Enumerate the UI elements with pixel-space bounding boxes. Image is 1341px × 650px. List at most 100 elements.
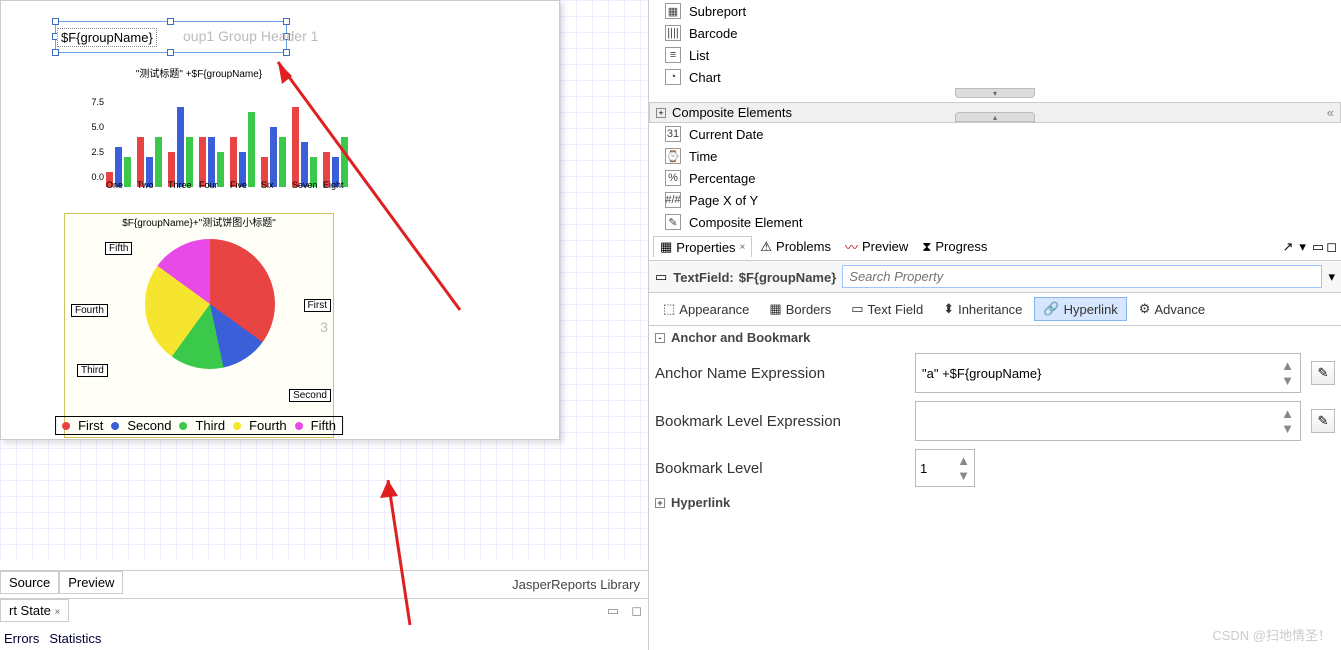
- palette-item-subreport[interactable]: ▦Subreport: [649, 0, 1341, 22]
- property-title: TextField: $F{groupName}: [673, 266, 836, 287]
- palette-item-percentage[interactable]: %Percentage: [649, 167, 1341, 189]
- pie-chart-title: $F{groupName}+"测试饼图小标题": [65, 214, 333, 229]
- subtab-appearance[interactable]: ⬚Appearance: [655, 298, 757, 320]
- bar-xlabel: Eight: [323, 180, 344, 190]
- input-bookmark-expr[interactable]: ▲▼: [915, 401, 1301, 441]
- pie-label-second: Second: [289, 389, 331, 402]
- bar-ylabel: 7.5: [74, 97, 104, 107]
- list-icon: ≡: [665, 47, 681, 63]
- expand-hyperlink-icon[interactable]: +: [655, 498, 665, 508]
- pie-chart[interactable]: $F{groupName}+"测试饼图小标题" First Second Thi…: [64, 213, 334, 438]
- current-date-icon: 31: [665, 126, 681, 142]
- label-bookmark-expr: Bookmark Level Expression: [655, 413, 905, 430]
- bar: [248, 112, 255, 187]
- tab-preview[interactable]: Preview: [59, 571, 123, 594]
- tab-properties[interactable]: ▦Properties ×: [653, 236, 752, 257]
- property-subtabs: ⬚Appearance▦Borders▭Text Field⬍Inheritan…: [649, 293, 1341, 326]
- pie-label-first: First: [304, 299, 331, 312]
- lib-label: JasperReports Library: [512, 577, 640, 592]
- search-property-input[interactable]: [842, 265, 1322, 288]
- percentage-icon: %: [665, 170, 681, 186]
- tab-progress[interactable]: ⧗Progress: [916, 237, 993, 257]
- label-bookmark-level: Bookmark Level: [655, 460, 905, 477]
- bar: [292, 107, 299, 187]
- bar-ylabel: 5.0: [74, 122, 104, 132]
- bar-xlabel: Seven: [292, 180, 318, 190]
- pie-hint-3: 3: [320, 319, 328, 335]
- barcode-icon: ||||: [665, 25, 681, 41]
- palette-item-barcode[interactable]: ||||Barcode: [649, 22, 1341, 44]
- composite-element-icon: ✎: [665, 214, 681, 230]
- bar: [270, 127, 277, 187]
- subreport-icon: ▦: [665, 3, 681, 19]
- subtab-advance[interactable]: ⚙Advance: [1131, 298, 1213, 320]
- appearance-icon: ⬚: [663, 301, 675, 317]
- close-icon[interactable]: ×: [55, 607, 61, 618]
- designer-canvas[interactable]: $F{groupName} oup1 Group Header 1 Detail…: [0, 0, 648, 560]
- bar-xlabel: Two: [137, 180, 154, 190]
- maximize-view-icon[interactable]: ◻: [1326, 239, 1337, 255]
- dropdown-icon[interactable]: ▾: [1328, 269, 1335, 285]
- bar: [155, 137, 162, 187]
- input-bookmark-level[interactable]: 1▲▼: [915, 449, 975, 487]
- bar-ylabel: 2.5: [74, 147, 104, 157]
- bar: [124, 157, 131, 187]
- textfield-groupname[interactable]: $F{groupName}: [57, 28, 157, 47]
- collapse-handle-up-icon[interactable]: ▴: [955, 112, 1035, 122]
- section-anchor: Anchor and Bookmark: [671, 330, 810, 345]
- palette: ▦Subreport||||Barcode≡List◔Chart ▾ + Com…: [649, 0, 1341, 233]
- inheritance-icon: ⬍: [943, 301, 954, 317]
- subtab-inheritance[interactable]: ⬍Inheritance: [935, 298, 1030, 320]
- menu-icon[interactable]: ▾: [1295, 239, 1310, 255]
- link-errors[interactable]: Errors: [4, 631, 39, 646]
- minimize-view-icon[interactable]: ▭: [1312, 239, 1324, 255]
- bar: [279, 137, 286, 187]
- bar-ylabel: 0.0: [74, 172, 104, 182]
- tab-source[interactable]: Source: [0, 571, 59, 594]
- report-page: $F{groupName} oup1 Group Header 1 Detail…: [0, 0, 560, 440]
- bar: [217, 152, 224, 187]
- palette-item-chart[interactable]: ◔Chart: [649, 66, 1341, 88]
- tab-rt-state[interactable]: rt State ×: [0, 599, 69, 622]
- label-anchor-name: Anchor Name Expression: [655, 365, 905, 382]
- bar-xlabel: One: [106, 180, 123, 190]
- link-statistics[interactable]: Statistics: [49, 631, 101, 646]
- band-label-header: oup1 Group Header 1: [183, 28, 318, 44]
- pie-label-fourth: Fourth: [71, 304, 108, 317]
- bar-xlabel: Six: [261, 180, 274, 190]
- pie-label-fifth: Fifth: [105, 242, 132, 255]
- views-tabbar: ▦Properties × ⚠Problems 〰Preview ⧗Progre…: [649, 233, 1341, 261]
- text field-icon: ▭: [851, 301, 863, 317]
- textfield-icon: ▭: [655, 269, 667, 285]
- close-icon[interactable]: ×: [740, 242, 746, 253]
- pie-legend: FirstSecondThirdFourthFifth: [55, 416, 343, 435]
- palette-item-list[interactable]: ≡List: [649, 44, 1341, 66]
- advance-icon: ⚙: [1139, 301, 1151, 317]
- tab-problems[interactable]: ⚠Problems: [754, 237, 837, 257]
- expand-icon[interactable]: +: [656, 108, 666, 118]
- bar-xlabel: Four: [199, 180, 218, 190]
- expression-editor-button-2[interactable]: ✎: [1311, 409, 1335, 433]
- chevron-icon[interactable]: «: [1327, 105, 1334, 120]
- bar: [177, 107, 184, 187]
- time-icon: ⌚: [665, 148, 681, 164]
- palette-item-page-x-of-y[interactable]: #/#Page X of Y: [649, 189, 1341, 211]
- palette-item-current-date[interactable]: 31Current Date: [649, 123, 1341, 145]
- tab-preview-view[interactable]: 〰Preview: [839, 235, 914, 258]
- subtab-hyperlink[interactable]: 🔗Hyperlink: [1034, 297, 1126, 321]
- pie-graphic: [145, 239, 275, 369]
- bar-chart[interactable]: "测试标题" +$F{groupName} 0.02.55.07.5 OneTw…: [64, 65, 334, 215]
- minimize-icon[interactable]: ▭: [601, 603, 625, 619]
- bar-xlabel: Five: [230, 180, 247, 190]
- palette-item-time[interactable]: ⌚Time: [649, 145, 1341, 167]
- external-icon[interactable]: ↗: [1282, 239, 1293, 255]
- input-anchor-name[interactable]: "a" +$F{groupName}▲▼: [915, 353, 1301, 393]
- collapse-icon[interactable]: -: [655, 333, 665, 343]
- composite-header: Composite Elements: [672, 105, 792, 120]
- expression-editor-button[interactable]: ✎: [1311, 361, 1335, 385]
- subtab-text-field[interactable]: ▭Text Field: [843, 298, 931, 320]
- collapse-handle-icon[interactable]: ▾: [955, 88, 1035, 98]
- subtab-borders[interactable]: ▦Borders: [761, 298, 839, 320]
- palette-item-composite-element[interactable]: ✎Composite Element: [649, 211, 1341, 233]
- restore-icon[interactable]: ◻: [625, 603, 648, 619]
